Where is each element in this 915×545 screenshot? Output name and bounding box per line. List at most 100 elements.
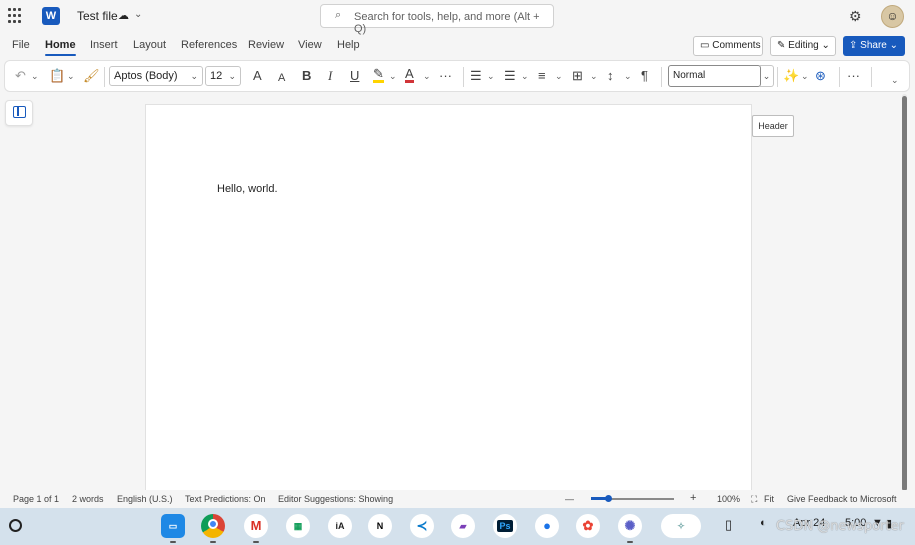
tray-thumbnail-icon[interactable]: ✧ [661,514,701,538]
calendar-app-icon[interactable]: ▦ [286,514,310,538]
copilot-icon[interactable]: ⊛ [815,68,826,84]
chrome-app-icon[interactable] [201,514,225,543]
line-spacing-icon[interactable]: ↕ [607,68,614,84]
share-button[interactable]: ⇪ Share ⌄ [843,36,905,56]
highlight-chevron-down-icon[interactable]: ⌄ [389,68,397,84]
search-icon: ⌕ [335,9,342,21]
document-body-text[interactable]: Hello, world. [217,183,278,195]
language[interactable]: English (U.S.) [117,494,173,504]
editing-mode-button[interactable]: ✎ Editing ⌄ [770,36,836,56]
vertical-scrollbar[interactable] [902,94,907,494]
navigation-pane-button[interactable] [5,100,33,126]
divider [463,67,464,87]
photos-app-icon[interactable]: ✿ [576,514,600,538]
ia-writer-app-icon[interactable]: iA [328,514,352,538]
document-title[interactable]: Test file [77,9,118,23]
numbering-icon[interactable]: ☰ [504,68,516,84]
underline-button[interactable]: U [350,68,359,84]
copilot-app-icon[interactable]: ✺ [618,514,642,543]
search-placeholder: Search for tools, help, and more (Alt + … [354,11,540,35]
vscode-app-icon[interactable]: ≺ [410,514,434,538]
font-name-select[interactable]: Aptos (Body) ⌄ [109,66,203,86]
format-painter-icon[interactable]: 🖌 [83,68,100,84]
comments-button[interactable]: ▭ Comments [693,36,763,56]
italic-button[interactable]: I [328,68,332,84]
files-app-icon[interactable]: ▭ [161,514,185,543]
borders-chevron-down-icon[interactable]: ⌄ [590,68,598,84]
fit-button[interactable]: Fit [764,494,774,504]
chevron-down-icon: ⌄ [821,40,830,51]
zoom-slider-thumb[interactable] [605,495,612,502]
tab-layout[interactable]: Layout [133,39,166,51]
fit-icon[interactable]: ⛶ [751,494,757,505]
undo-chevron-down-icon[interactable]: ⌄ [31,68,39,84]
scrollbar-thumb[interactable] [902,96,907,491]
zoom-level[interactable]: 100% [717,494,740,504]
launcher-icon[interactable] [9,519,22,532]
text-predictions[interactable]: Text Predictions: On [185,494,266,504]
bullets-icon[interactable]: ☰ [470,68,482,84]
title-chevron-down-icon[interactable]: ⌄ [134,9,142,20]
tab-references[interactable]: References [181,39,237,51]
style-select[interactable]: Normal [668,65,761,87]
numbering-chevron-down-icon[interactable]: ⌄ [521,68,529,84]
expand-ribbon-chevron-down-icon[interactable]: ⌄ [891,72,899,88]
paragraph-icon[interactable]: ¶ [641,68,648,84]
app-launcher-icon[interactable] [8,8,24,24]
photoshop-app-icon[interactable]: Ps [493,514,517,538]
align-icon[interactable]: ≡ [538,68,546,84]
search-box[interactable]: ⌕ Search for tools, help, and more (Alt … [320,4,554,35]
tab-view[interactable]: View [298,39,322,51]
borders-icon[interactable]: ⊞ [572,68,583,84]
font-color-icon[interactable]: A [405,67,414,83]
zoom-out-button[interactable]: — [565,494,574,504]
page-count[interactable]: Page 1 of 1 [13,494,59,504]
chevron-down-icon: ⌄ [889,40,899,51]
undo-icon[interactable]: ↶ [15,68,26,84]
font-size-select[interactable]: 12 ⌄ [205,66,241,86]
style-value: Normal [673,70,706,81]
avatar[interactable]: ☺ [881,5,904,28]
line-spacing-chevron-down-icon[interactable]: ⌄ [624,68,632,84]
more-font-options-icon[interactable]: ··· [439,68,452,84]
zoom-in-button[interactable]: + [690,492,696,504]
font-color-chevron-down-icon[interactable]: ⌄ [423,68,431,84]
more-options-icon[interactable]: ··· [847,68,860,84]
bullets-chevron-down-icon[interactable]: ⌄ [487,68,495,84]
paste-chevron-down-icon[interactable]: ⌄ [67,68,75,84]
paste-icon[interactable]: 📋 [49,68,65,84]
divider [777,67,778,87]
word-count[interactable]: 2 words [72,494,104,504]
divider [839,67,840,87]
tab-home[interactable]: Home [45,39,76,56]
align-chevron-down-icon[interactable]: ⌄ [555,68,563,84]
tab-review[interactable]: Review [248,39,284,51]
chevron-down-icon: ⌄ [190,71,198,81]
phone-hub-icon[interactable]: ▯ [725,517,732,533]
taskbar: ▭ M ▦ iA N ≺ ▰ Ps ● ✿ ✺ ✧ ▯ ◐ Apr 24 5:0… [0,508,915,545]
highlight-icon[interactable]: ✎ [373,67,384,83]
gmail-app-icon[interactable]: M [244,514,268,543]
style-chevron-down-icon[interactable]: ⌄ [760,65,774,87]
settings-gear-icon[interactable]: ⚙ [849,8,862,25]
tab-insert[interactable]: Insert [90,39,118,51]
notion-app-icon[interactable]: N [368,514,392,538]
editor-suggestions[interactable]: Editor Suggestions: Showing [278,494,393,504]
share-label: Share [860,40,887,51]
shrink-font-icon[interactable]: A [278,70,285,86]
designer-icon[interactable]: ✨ [783,68,799,84]
grow-font-icon[interactable]: A [253,68,262,84]
tab-help[interactable]: Help [337,39,360,51]
status-area-icon[interactable]: ◐ [760,517,767,529]
word-logo-icon: W [42,7,60,25]
document-page[interactable]: Hello, world. [145,104,752,490]
notes-app-icon[interactable]: ▰ [451,514,475,538]
tab-file[interactable]: File [12,39,30,51]
designer-chevron-down-icon[interactable]: ⌄ [801,68,809,84]
messages-app-icon[interactable]: ● [535,514,559,538]
divider [104,67,105,87]
watermark-text: CSDN @newsporter [776,519,904,534]
navigation-pane-icon [13,106,26,118]
feedback-link[interactable]: Give Feedback to Microsoft [787,494,897,504]
bold-button[interactable]: B [302,68,311,84]
